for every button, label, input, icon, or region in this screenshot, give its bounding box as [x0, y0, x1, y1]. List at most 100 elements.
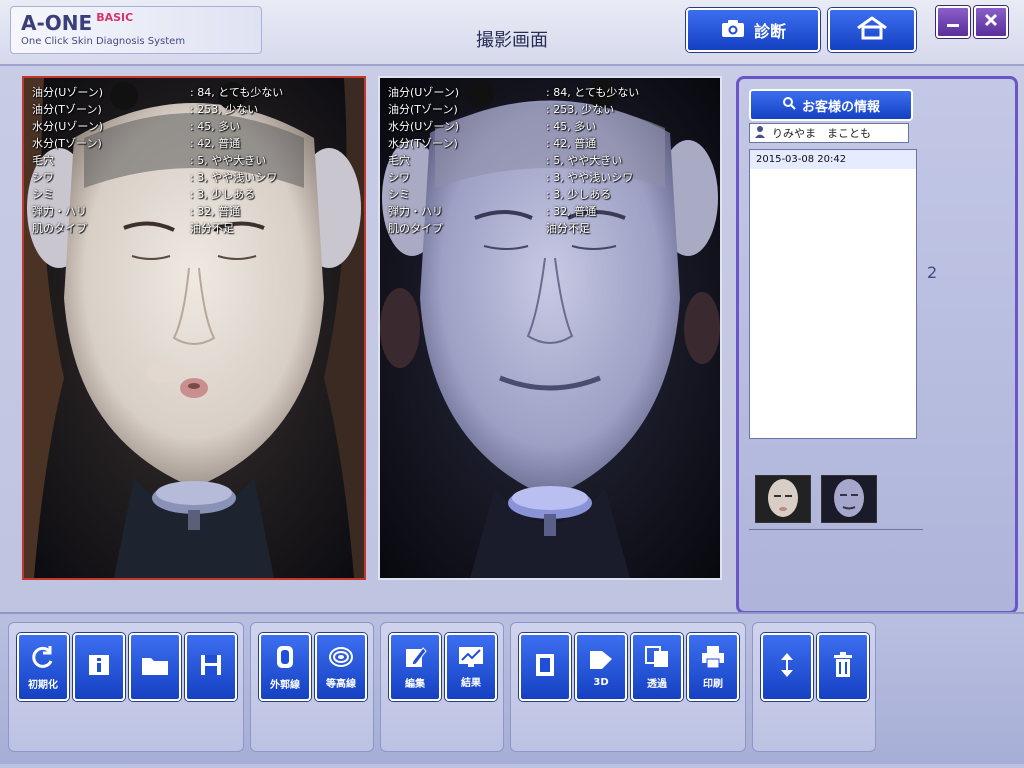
info-button[interactable] [73, 633, 125, 701]
reading-row: 水分(Uゾーン) : 45, 多い [388, 118, 714, 135]
reading-label: 油分(Tゾーン) [388, 103, 458, 116]
edit-label: 編集 [405, 678, 425, 690]
3d-view-button[interactable]: 3D [575, 633, 627, 701]
reading-value: : 5, やや大きい [546, 154, 623, 167]
reading-label: 毛穴 [32, 154, 54, 167]
printer-icon [700, 645, 726, 673]
home-icon [855, 15, 889, 45]
toolbar-group-lines: 外郭線 等高線 [250, 622, 374, 752]
reading-label: 油分(Uゾーン) [388, 86, 460, 99]
reading-row: 水分(Uゾーン) : 45, 多い [32, 118, 358, 135]
photo-panel-right[interactable]: 油分(Uゾーン): 84, とても少ない 油分(Tゾーン): 253, 少ない … [378, 76, 722, 580]
customer-sidebar: お客様の情報 りみやま まことも 2015-03-08 20:42 2 [736, 76, 1018, 614]
info-icon [87, 653, 111, 681]
reading-value: : 5, やや大きい [190, 154, 267, 167]
reading-label: 弾力・ハリ [32, 205, 87, 218]
pencil-icon [403, 645, 427, 673]
reading-value: : 3, 少しある [546, 188, 612, 201]
reading-label: 水分(Uゾーン) [32, 120, 104, 133]
list-item[interactable]: 2015-03-08 20:42 [750, 150, 916, 169]
delete-button[interactable] [817, 633, 869, 701]
cube-icon [588, 647, 614, 675]
contour-button[interactable]: 等高線 [315, 633, 367, 701]
print-label: 印刷 [703, 678, 723, 690]
3d-label: 3D [593, 676, 609, 688]
reset-label: 初期化 [28, 679, 58, 691]
session-list[interactable]: 2015-03-08 20:42 [749, 149, 917, 439]
toolbar-group-misc [752, 622, 876, 752]
reading-row: 毛穴 : 5, やや大きい [32, 152, 358, 169]
photo-panel-left[interactable]: 油分(Uゾーン): 84, とても少ない 油分(Tゾーン): 253, 少ない … [22, 76, 366, 580]
close-button[interactable] [974, 6, 1008, 38]
reading-value: : 45, 多い [190, 120, 241, 133]
reading-label: 毛穴 [388, 154, 410, 167]
outer-line-button[interactable]: 外郭線 [259, 633, 311, 701]
reading-row: 毛穴 : 5, やや大きい [388, 152, 714, 169]
result-button[interactable]: 結果 [445, 633, 497, 701]
save-button[interactable] [185, 633, 237, 701]
open-folder-button[interactable] [129, 633, 181, 701]
reading-label: シワ [388, 171, 410, 184]
thumbnail-uv[interactable] [821, 475, 877, 523]
reading-row: 水分(Tゾーン) : 42, 普通 [32, 135, 358, 152]
single-view-icon [533, 652, 557, 682]
reading-label: 肌のタイプ [32, 222, 87, 235]
reading-value: : 42, 普通 [190, 137, 241, 150]
reading-value: : 84, とても少ない [190, 86, 284, 99]
contour-label: 等高線 [326, 678, 356, 690]
home-button[interactable] [828, 8, 916, 52]
reading-row: 弾力・ハリ: 32, 普通 [388, 203, 714, 220]
diagnose-button[interactable]: 診断 [686, 8, 820, 52]
reading-value: : 3, やや浅いシワ [546, 171, 634, 184]
contour-icon [328, 645, 354, 673]
reading-label: 油分(Tゾーン) [32, 103, 102, 116]
customer-name: りみやま まことも [772, 127, 871, 140]
reading-value: : 84, とても少ない [546, 86, 640, 99]
reading-row: 油分(Tゾーン) : 253, 少ない [32, 101, 358, 118]
transparent-label: 透過 [647, 678, 667, 690]
reading-label: 油分(Uゾーン) [32, 86, 104, 99]
single-view-button[interactable] [519, 633, 571, 701]
reading-row: 肌のタイプ 油分不足 [32, 220, 358, 237]
close-icon [983, 12, 999, 32]
reset-button[interactable]: 初期化 [17, 633, 69, 701]
app-edition: BASIC [96, 11, 134, 24]
toolbar-group-edit: 編集 結果 [380, 622, 504, 752]
minimize-button[interactable] [936, 6, 970, 38]
reading-row: 油分(Tゾーン) : 253, 少ない [388, 101, 714, 118]
reading-value: : 253, 少ない [546, 103, 615, 116]
customer-info-button[interactable]: お客様の情報 [749, 89, 913, 121]
vertical-resize-icon [775, 651, 799, 683]
transparent-button[interactable]: 透過 [631, 633, 683, 701]
chart-icon [458, 646, 484, 672]
reading-value: 油分不足 [190, 222, 234, 235]
person-icon [754, 125, 766, 142]
skin-readings-right: 油分(Uゾーン): 84, とても少ない 油分(Tゾーン): 253, 少ない … [388, 84, 714, 237]
resize-button[interactable] [761, 633, 813, 701]
bottom-toolbar: 初期化 外郭線 等高線 編集 結果 3D 透過 印刷 [0, 612, 1024, 764]
thumbnail-before[interactable] [755, 475, 811, 523]
refresh-icon [30, 644, 56, 674]
edit-button[interactable]: 編集 [389, 633, 441, 701]
floppy-disk-icon [199, 653, 223, 681]
trash-icon [832, 652, 854, 682]
reading-value: : 45, 多い [546, 120, 597, 133]
reading-label: 水分(Uゾーン) [388, 120, 460, 133]
overlay-icon [644, 645, 670, 673]
reading-value: : 253, 少ない [190, 103, 259, 116]
result-label: 結果 [461, 677, 481, 689]
reading-row: 弾力・ハリ: 32, 普通 [32, 203, 358, 220]
print-button[interactable]: 印刷 [687, 633, 739, 701]
reading-label: 水分(Tゾーン) [32, 137, 102, 150]
reading-value: 油分不足 [546, 222, 590, 235]
toolbar-group-file: 初期化 [8, 622, 244, 752]
reading-value: : 32, 普通 [546, 205, 597, 218]
reading-row: シミ: 3, 少しある [388, 186, 714, 203]
customer-name-field[interactable]: りみやま まことも [749, 123, 909, 143]
toolbar-group-view: 3D 透過 印刷 [510, 622, 746, 752]
reading-value: : 3, やや浅いシワ [190, 171, 278, 184]
reading-value: : 42, 普通 [546, 137, 597, 150]
reading-label: 水分(Tゾーン) [388, 137, 458, 150]
customer-info-label: お客様の情報 [801, 99, 880, 115]
outline-icon [273, 644, 297, 674]
